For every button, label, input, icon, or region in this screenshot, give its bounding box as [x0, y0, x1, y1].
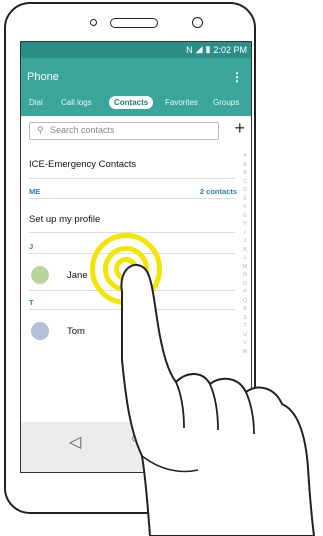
- hand-pointer-icon: [120, 264, 315, 536]
